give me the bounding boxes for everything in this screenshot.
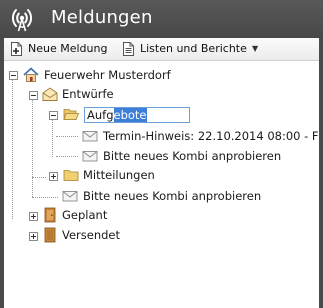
tree-connector xyxy=(12,75,13,219)
tree-connector xyxy=(52,117,53,157)
collapse-toggle-icon[interactable] xyxy=(9,71,18,80)
expand-toggle-icon[interactable] xyxy=(49,172,58,181)
app-window: Meldungen Neue Meldung Listen und Berich… xyxy=(0,0,323,308)
new-document-icon xyxy=(11,42,22,56)
tree-connector xyxy=(32,197,58,198)
tree-node-message[interactable]: Bitte neues Kombi anprobieren xyxy=(83,188,261,204)
tree-node-entwuerfe[interactable]: Entwürfe xyxy=(62,86,114,102)
tree-connector xyxy=(56,136,78,137)
envelope-icon xyxy=(82,131,98,142)
rename-text: Aufg xyxy=(87,108,114,122)
collapse-toggle-icon[interactable] xyxy=(49,111,58,120)
folder-icon xyxy=(63,170,79,181)
tree-connector xyxy=(32,97,33,197)
page-title: Meldungen xyxy=(51,7,153,28)
chevron-down-icon: ▼ xyxy=(252,44,259,53)
toolbar: Neue Meldung Listen und Berichte ▼ xyxy=(4,38,319,61)
open-envelope-icon xyxy=(42,87,58,101)
new-message-button[interactable]: Neue Meldung xyxy=(10,41,114,57)
app-header: Meldungen xyxy=(0,0,323,38)
home-icon xyxy=(23,67,39,82)
folder-tree-panel: Feuerwehr Musterdorf Entwürfe Aufgebote … xyxy=(4,61,319,308)
lists-reports-dropdown[interactable]: Listen und Berichte ▼ xyxy=(122,41,264,57)
tree-node-versendet[interactable]: Versendet xyxy=(62,227,120,243)
rename-text-selection: ebote xyxy=(113,108,147,122)
tree-connector xyxy=(56,156,78,157)
rename-folder-input[interactable]: Aufgebote xyxy=(84,107,190,123)
document-list-icon xyxy=(123,42,134,56)
outbox-icon xyxy=(44,227,56,243)
tree-node-feuerwehr-musterdorf[interactable]: Feuerwehr Musterdorf xyxy=(44,67,171,83)
envelope-icon xyxy=(82,151,98,162)
tree-node-termin-hinweis[interactable]: Termin-Hinweis: 22.10.2014 08:00 - F xyxy=(103,128,319,144)
lists-reports-label: Listen und Berichte xyxy=(140,42,247,55)
tree-connector xyxy=(32,177,46,178)
open-folder-icon xyxy=(63,109,79,120)
tree-node-mitteilungen[interactable]: Mitteilungen xyxy=(83,167,155,183)
door-icon xyxy=(44,207,56,223)
envelope-icon xyxy=(62,191,78,202)
expand-toggle-icon[interactable] xyxy=(29,212,38,221)
tree-node-message[interactable]: Bitte neues Kombi anprobieren xyxy=(103,148,281,164)
new-message-label: Neue Meldung xyxy=(28,42,108,55)
collapse-toggle-icon[interactable] xyxy=(29,91,38,100)
tree-node-geplant[interactable]: Geplant xyxy=(62,207,107,223)
expand-toggle-icon[interactable] xyxy=(29,232,38,241)
broadcast-icon xyxy=(12,9,32,32)
